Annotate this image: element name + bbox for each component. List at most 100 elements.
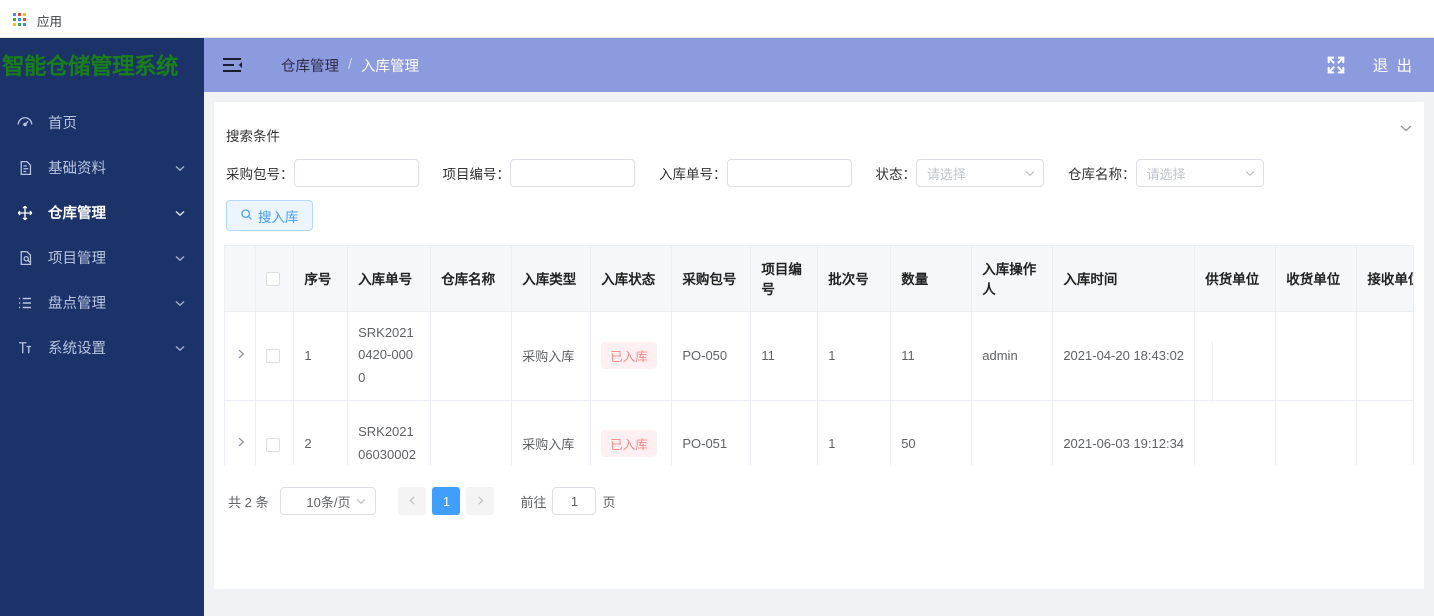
next-page-button[interactable] xyxy=(466,487,495,515)
table-row[interactable]: 2 SRK202106030002 采购入库 已入库 PO-051 1 50 2… xyxy=(225,400,1413,465)
purchase-package-input[interactable] xyxy=(293,159,419,187)
fullscreen-icon[interactable] xyxy=(1325,54,1347,76)
table-header-operator: 入库操作人 xyxy=(971,246,1054,312)
breadcrumb-separator: / xyxy=(348,57,353,73)
table-header-select-all xyxy=(255,246,295,312)
prev-page-button[interactable] xyxy=(398,487,427,515)
status-select[interactable]: 请选择 xyxy=(916,159,1044,187)
sidebar-item-basic-data[interactable]: 基础资料 xyxy=(0,145,204,190)
cell-operator xyxy=(971,400,1054,465)
pagination-jumper: 前往 页 xyxy=(520,487,616,515)
sidebar-item-system-settings[interactable]: 系统设置 xyxy=(0,325,204,370)
panel-collapse-chevron-down-icon[interactable] xyxy=(1398,120,1414,136)
header-actions: 退 出 xyxy=(1325,54,1414,76)
table-header-supplier: 供货单位 xyxy=(1194,246,1277,312)
warehouse-name-select[interactable]: 请选择 xyxy=(1135,159,1264,187)
cell-warehouse xyxy=(430,400,513,465)
chevron-down-icon xyxy=(174,342,186,354)
chevron-right-icon[interactable] xyxy=(235,436,247,448)
search-icon xyxy=(240,208,253,224)
table-horizontal-scroll[interactable]: 序号 入库单号 仓库名称 入库类型 入库状态 采购包号 项目编号 批次号 数量 … xyxy=(225,246,1413,465)
bookmark-apps[interactable]: 应用 xyxy=(9,9,66,32)
app-logo: 智能仓储管理系统 xyxy=(0,38,204,92)
apps-grid-icon xyxy=(13,13,28,28)
inbound-order-no-input[interactable] xyxy=(726,159,852,187)
table-header-index: 序号 xyxy=(293,246,349,312)
cell-index: 2 xyxy=(293,400,349,465)
chevron-down-icon xyxy=(174,207,186,219)
field-purchase-package: 采购包号： xyxy=(226,159,419,187)
cell-quantity: 11 xyxy=(890,311,973,401)
cell-type: 采购入库 xyxy=(511,311,592,401)
row-expand-cell[interactable] xyxy=(225,400,256,465)
project-no-input[interactable] xyxy=(510,159,635,187)
table-header-order-no: 入库单号 xyxy=(347,246,432,312)
chevron-down-icon xyxy=(1024,167,1036,179)
row-select-cell[interactable] xyxy=(255,311,295,401)
status-select-value: 请选择 xyxy=(927,166,967,182)
cell-type: 采购入库 xyxy=(511,400,592,465)
pagination: 共 2 条 10条/页 1 前往 1 页 xyxy=(228,487,1424,515)
cell-order-no: SRK202106030002 xyxy=(347,400,432,465)
cell-package-no: PO-051 xyxy=(671,400,752,465)
row-checkbox[interactable] xyxy=(265,437,280,452)
row-checkbox[interactable] xyxy=(265,349,280,364)
chevron-down-icon xyxy=(174,297,186,309)
cell-batch-no: 1 xyxy=(817,400,892,465)
cell-batch-no: 1 xyxy=(817,311,892,401)
main-content: 搜索条件 采购包号： 项目编号： 入库单号： 状态： 请选择 仓库名称： 请选择… xyxy=(204,92,1434,616)
table-header-batch-no: 批次号 xyxy=(817,246,892,312)
table-header-receiver: 收货单位 xyxy=(1275,246,1358,312)
cell-receiver xyxy=(1275,311,1358,401)
cell-supplier xyxy=(1194,400,1277,465)
table-header-warehouse: 仓库名称 xyxy=(430,246,513,312)
cell-acceptor xyxy=(1356,400,1413,465)
table-header-state: 入库状态 xyxy=(590,246,673,312)
table-header-package-no: 采购包号 xyxy=(671,246,752,312)
move-icon xyxy=(14,202,36,224)
data-table: 序号 入库单号 仓库名称 入库类型 入库状态 采购包号 项目编号 批次号 数量 … xyxy=(224,245,1414,465)
sidebar-item-stocktaking[interactable]: 盘点管理 xyxy=(0,280,204,325)
menu-fold-icon[interactable] xyxy=(220,53,244,77)
row-select-cell[interactable] xyxy=(255,400,295,465)
breadcrumb-parent[interactable]: 仓库管理 xyxy=(281,55,339,76)
chevron-down-icon xyxy=(1244,167,1256,179)
sidebar-item-project[interactable]: 项目管理 xyxy=(0,235,204,280)
chevron-right-icon xyxy=(475,494,486,509)
sidebar-item-home[interactable]: 首页 xyxy=(0,100,204,145)
list-icon xyxy=(14,292,36,314)
sidebar-nav: 首页 基础资料 仓库管理 项目管理 盘点管理 系统设置 xyxy=(0,92,204,370)
chevron-left-icon xyxy=(407,494,418,509)
jump-prefix-label: 前往 xyxy=(520,494,547,510)
sidebar-item-system-settings-label: 系统设置 xyxy=(48,341,106,357)
sidebar-item-warehouse[interactable]: 仓库管理 xyxy=(0,190,204,235)
cell-time: 2021-04-20 18:43:02 xyxy=(1052,311,1196,401)
chevron-right-icon[interactable] xyxy=(235,348,247,360)
search-panel: 搜索条件 采购包号： 项目编号： 入库单号： 状态： 请选择 仓库名称： 请选择… xyxy=(214,102,1424,231)
search-inbound-button[interactable]: 搜入库 xyxy=(226,200,313,231)
field-status: 状态： 请选择 xyxy=(876,159,1044,187)
status-badge: 已入库 xyxy=(601,430,657,458)
field-purchase-package-label: 采购包号： xyxy=(226,167,294,182)
sidebar-item-home-label: 首页 xyxy=(48,116,77,132)
cell-package-no: PO-050 xyxy=(671,311,752,401)
bookmark-apps-label: 应用 xyxy=(37,15,63,29)
select-all-checkbox[interactable] xyxy=(265,271,280,286)
jump-page-input[interactable] xyxy=(552,487,597,515)
page-size-select[interactable]: 10条/页 xyxy=(280,487,377,515)
cell-state: 已入库 xyxy=(590,400,673,465)
column-resize-guide xyxy=(1212,341,1213,403)
cell-operator: admin xyxy=(971,311,1054,401)
table-header-quantity: 数量 xyxy=(890,246,973,312)
cell-warehouse xyxy=(430,311,513,401)
logout-button[interactable]: 退 出 xyxy=(1373,54,1414,76)
cell-order-no: SRK20210420-0000 xyxy=(347,311,432,401)
cell-receiver xyxy=(1275,400,1358,465)
row-expand-cell[interactable] xyxy=(225,311,256,401)
table-row[interactable]: 1 SRK20210420-0000 采购入库 已入库 PO-050 11 1 … xyxy=(225,311,1413,401)
pagination-nav: 1 xyxy=(398,487,495,515)
chevron-down-icon xyxy=(174,162,186,174)
field-project-no: 项目编号： xyxy=(443,159,635,187)
search-inbound-button-label: 搜入库 xyxy=(258,209,299,225)
page-number-1[interactable]: 1 xyxy=(432,487,461,515)
